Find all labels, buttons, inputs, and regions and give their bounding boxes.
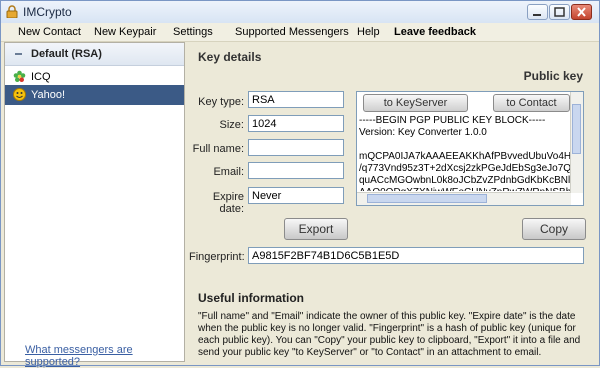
info-title: Useful information	[198, 291, 305, 305]
expire-date-field[interactable]	[248, 187, 344, 204]
contact-list: Default (RSA) ICQ Yahoo! What messengers	[4, 42, 185, 368]
key-type-label: Key type:	[198, 96, 244, 108]
maximize-icon	[554, 7, 565, 17]
collapse-icon[interactable]	[15, 53, 22, 55]
public-key-text[interactable]: -----BEGIN PGP PUBLIC KEY BLOCK----- Ver…	[359, 115, 570, 191]
menu-help[interactable]: Help	[357, 26, 380, 38]
public-key-box[interactable]: to KeyServer to Contact -----BEGIN PGP P…	[356, 91, 584, 206]
title-bar: IMCrypto	[1, 1, 599, 24]
lock-icon	[6, 5, 18, 18]
export-button[interactable]: Export	[284, 218, 348, 240]
fingerprint-field[interactable]	[248, 247, 584, 264]
full-name-field[interactable]	[248, 139, 344, 156]
yahoo-smiley-icon	[13, 88, 26, 101]
contact-label: ICQ	[31, 71, 51, 83]
menu-settings[interactable]: Settings	[173, 26, 213, 38]
group-label: Default (RSA)	[31, 48, 102, 60]
horizontal-scrollbar[interactable]	[357, 192, 571, 205]
key-details-panel: Key details Public key Key type: Size: F…	[189, 42, 597, 364]
menu-supported-messengers[interactable]: Supported Messengers	[235, 26, 349, 38]
app-window: IMCrypto New Contact New Keypair Setting…	[0, 0, 600, 368]
close-icon	[577, 7, 586, 17]
to-keyserver-button[interactable]: to KeyServer	[363, 94, 468, 112]
icq-flower-icon	[13, 70, 26, 82]
vertical-scrollbar[interactable]	[570, 92, 583, 193]
supported-messengers-link[interactable]: What messengers are supported?	[25, 344, 184, 368]
size-field[interactable]	[248, 115, 344, 132]
key-details-title: Key details	[198, 50, 262, 64]
expire-date-label: Expire date:	[212, 191, 244, 215]
copy-button[interactable]: Copy	[522, 218, 586, 240]
full-name-label: Full name:	[192, 143, 244, 155]
minimize-icon	[533, 14, 541, 16]
contact-group-default[interactable]: Default (RSA)	[5, 43, 184, 66]
maximize-button[interactable]	[549, 4, 570, 20]
email-field[interactable]	[248, 162, 344, 179]
menu-bar: New Contact New Keypair Settings Support…	[1, 23, 599, 42]
menu-leave-feedback[interactable]: Leave feedback	[394, 26, 476, 38]
contact-item-icq[interactable]: ICQ	[5, 67, 184, 87]
contact-label: Yahoo!	[31, 89, 66, 101]
email-label: Email:	[213, 166, 244, 178]
menu-new-contact[interactable]: New Contact	[18, 26, 81, 38]
menu-new-keypair[interactable]: New Keypair	[94, 26, 156, 38]
horizontal-scroll-thumb[interactable]	[367, 194, 487, 203]
key-type-field[interactable]	[248, 91, 344, 108]
info-text: "Full name" and "Email" indicate the own…	[198, 311, 581, 358]
minimize-button[interactable]	[527, 4, 548, 20]
vertical-scroll-thumb[interactable]	[572, 104, 581, 154]
to-contact-button[interactable]: to Contact	[493, 94, 570, 112]
public-key-title: Public key	[523, 69, 583, 83]
size-label: Size:	[219, 119, 244, 131]
close-button[interactable]	[571, 4, 592, 20]
window-title: IMCrypto	[23, 5, 72, 19]
contact-item-yahoo[interactable]: Yahoo!	[5, 85, 184, 105]
fingerprint-label: Fingerprint:	[189, 251, 245, 263]
